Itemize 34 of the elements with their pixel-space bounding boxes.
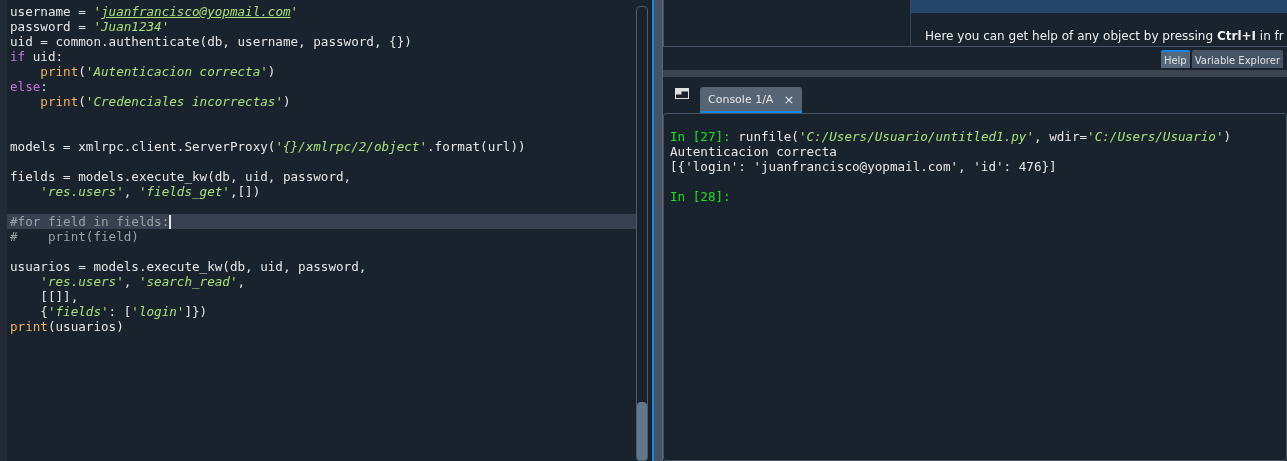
- code-line: else:: [10, 79, 48, 94]
- console-line: [{'login': 'juanfrancisco@yopmail.com', 'id': 476}]: [670, 159, 1057, 174]
- code-line: 'res.users', 'fields_get',[]): [39, 184, 261, 199]
- window-icon[interactable]: [675, 87, 689, 99]
- code-line: usuarios = models.execute_kw(db, uid, password,: [10, 259, 367, 274]
- close-icon[interactable]: ×: [783, 91, 795, 107]
- scrollbar[interactable]: [636, 6, 648, 461]
- console-line: In [27]: runfile('C:/Users/Usuario/untitled1.py', wdir='C:/Users/Usuario'): [670, 129, 1232, 144]
- code-line: #for field in fields:: [10, 214, 170, 229]
- pane-tab[interactable]: Variable Explorer: [1191, 50, 1283, 68]
- code-line: username = 'juanfrancisco@yopmail.com': [10, 4, 299, 19]
- code-line: print('Credenciales incorrectas'): [39, 94, 291, 109]
- console-tab[interactable]: Console 1/A ×: [700, 87, 803, 113]
- console-panel[interactable]: In [27]: runfile('C:/Users/Usuario/untitled1.py', wdir='C:/Users/Usuario') Autenticacion correcta [{'login': 'juanfrancisco@yopmail.com', 'id': 476}] In [28]:: [663, 113, 1287, 461]
- code-line: uid = common.authenticate(db, username, password, {}): [10, 34, 412, 49]
- code-line: [[]],: [39, 289, 79, 304]
- text-cursor: [169, 214, 172, 229]
- code-line: # print(field): [10, 229, 139, 244]
- console-line: In [28]:: [670, 189, 731, 204]
- code-line: print(usuarios): [10, 319, 124, 334]
- code-line: fields = models.execute_kw(db, uid, password,: [10, 169, 352, 184]
- help-text: Here you can get help of any object by pressing Ctrl+I in fr: [924, 28, 1285, 43]
- code-line: print('Autenticacion correcta'): [39, 64, 276, 79]
- code-line: {'fields': ['login']}): [39, 304, 208, 319]
- code-line: password = 'Juan1234': [10, 19, 170, 34]
- code-editor[interactable]: [0, 0, 636, 461]
- code-line: 'res.users', 'search_read',: [39, 274, 246, 289]
- tab-label: Console 1/A: [708, 92, 774, 106]
- scrollbar-thumb[interactable]: [637, 402, 647, 460]
- console-line: Autenticacion correcta: [670, 144, 837, 159]
- code-line: if uid:: [10, 49, 64, 64]
- code-line: models = xmlrpc.client.ServerProxy('{}/xmlrpc/2/object'.format(url)): [10, 139, 526, 154]
- splitter-handle[interactable]: [652, 0, 663, 461]
- pane-tab[interactable]: Help: [1160, 50, 1190, 68]
